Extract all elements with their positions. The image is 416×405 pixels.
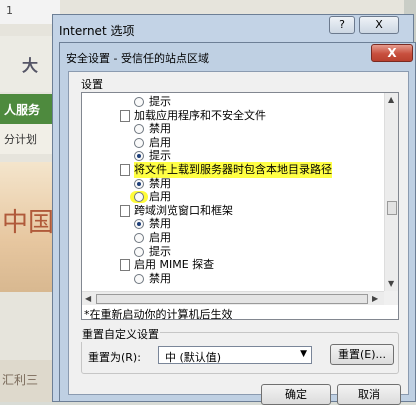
scroll-up-icon[interactable]: ▲ [388, 95, 394, 104]
bg-top-text: 1 [6, 4, 13, 17]
document-icon [120, 109, 130, 122]
bg-bottom-text: 汇利三 [2, 373, 39, 387]
radio-unselected-icon[interactable] [134, 233, 144, 243]
restart-note: *在重新启动你的计算机后生效 [84, 308, 233, 320]
security-settings-dialog: 安全设置 - 受信任的站点区域 X 设置 提示 加载应用程序和不安全文件 禁用 启用提… [59, 42, 416, 405]
radio-unselected-icon[interactable] [134, 124, 144, 135]
settings-label: 设置 [81, 78, 103, 91]
reset-to-label: 重置为(R): [88, 351, 141, 364]
scroll-left-icon[interactable]: ◀ [85, 294, 91, 303]
radio-unselected-icon[interactable] [134, 246, 144, 257]
vertical-scrollbar[interactable]: ▲ ▼ [384, 93, 398, 291]
window-close-button[interactable]: X [359, 16, 399, 34]
bg-banner-text: 中国 [2, 208, 55, 238]
radio-unselected-icon[interactable] [134, 137, 144, 148]
setting-label: 禁用 [149, 271, 171, 285]
dialog-title: 安全设置 - 受信任的站点区域 [66, 52, 209, 65]
radio-unselected-icon[interactable] [134, 273, 144, 284]
radio-selected-icon[interactable] [134, 219, 144, 230]
reset-group-title: 重置自定义设置 [81, 326, 160, 342]
vertical-scroll-thumb[interactable] [387, 201, 397, 215]
document-icon [120, 164, 130, 176]
help-button[interactable]: ? [329, 16, 355, 34]
horizontal-scrollbar[interactable]: ◀ ▶ [82, 291, 384, 305]
scroll-down-icon[interactable]: ▼ [388, 279, 394, 288]
settings-tree[interactable]: 提示 加载应用程序和不安全文件 禁用 启用 提示 将文件上载到服务器时包含本地目录路径 禁用… [81, 92, 399, 320]
horizontal-scroll-thumb[interactable] [96, 294, 368, 304]
scrollbar-corner [384, 291, 398, 305]
window-title: Internet 选项 [59, 24, 135, 38]
reset-level-value: 中 (默认值) [165, 351, 222, 364]
reset-level-select[interactable]: 中 (默认值) ▼ [158, 346, 312, 364]
dialog-close-button[interactable]: X [371, 44, 413, 62]
radio-selected-icon[interactable] [134, 178, 144, 189]
reset-button[interactable]: 重置(E)... [330, 344, 394, 365]
bg-logo-text: 大 [22, 56, 39, 75]
settings-tree-list: 提示 加载应用程序和不安全文件 禁用 启用 提示 将文件上载到服务器时包含本地目录路径 禁用… [82, 94, 384, 290]
radio-selected-icon[interactable] [134, 151, 144, 162]
bg-nav-link[interactable]: 人服务 [4, 101, 40, 118]
scroll-right-icon[interactable]: ▶ [372, 294, 378, 303]
document-icon [120, 204, 130, 217]
bg-sub-link[interactable]: 分计划 [4, 131, 37, 147]
radio-unselected-icon[interactable] [134, 97, 144, 107]
chevron-down-icon[interactable]: ▼ [300, 349, 307, 359]
dialog-body: 设置 提示 加载应用程序和不安全文件 禁用 启用 提示 将文件上载到服务器时包含本地目录路… [68, 71, 409, 405]
document-icon [120, 259, 130, 272]
setting-option-radio[interactable]: 禁用 [82, 271, 382, 287]
